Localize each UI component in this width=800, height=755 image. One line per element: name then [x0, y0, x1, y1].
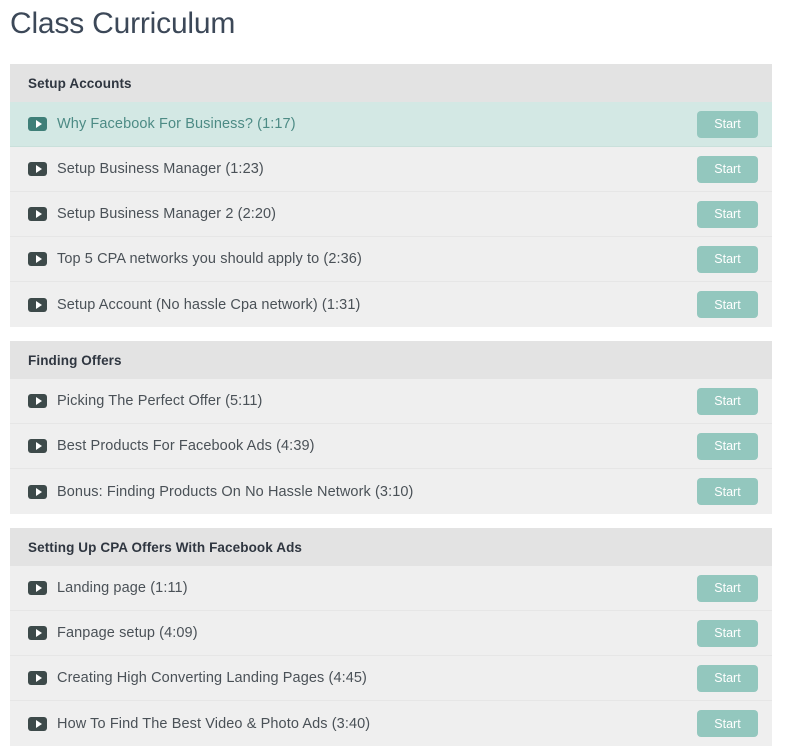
play-video-icon [28, 394, 47, 408]
play-triangle-icon [36, 674, 42, 682]
lesson-info: Setup Business Manager 2 (2:20) [28, 206, 697, 222]
play-triangle-icon [36, 442, 42, 450]
lesson-row[interactable]: Best Products For Facebook Ads (4:39) Sta… [10, 424, 772, 469]
lesson-title: Creating High Converting Landing Pages (… [57, 670, 367, 686]
lesson-title: Fanpage setup (4:09) [57, 625, 198, 641]
play-triangle-icon [36, 120, 42, 128]
start-lesson-button[interactable]: Start [697, 291, 758, 318]
lesson-info: Setup Business Manager (1:23) [28, 161, 697, 177]
play-video-icon [28, 485, 47, 499]
play-triangle-icon [36, 301, 42, 309]
page-title: Class Curriculum [0, 0, 800, 43]
lesson-title: Setup Business Manager 2 (2:20) [57, 206, 276, 222]
play-video-icon [28, 298, 47, 312]
start-lesson-button[interactable]: Start [697, 710, 758, 737]
play-triangle-icon [36, 165, 42, 173]
lesson-title: Bonus: Finding Products On No Hassle Net… [57, 484, 413, 500]
curriculum-section: Setup Accounts Why Facebook For Business?… [10, 64, 772, 327]
curriculum-section: Setting Up CPA Offers With Facebook Ads L… [10, 528, 772, 746]
start-lesson-button[interactable]: Start [697, 111, 758, 138]
curriculum-page: Class Curriculum Setup Accounts Why Faceb… [0, 0, 800, 755]
start-lesson-button[interactable]: Start [697, 575, 758, 602]
play-triangle-icon [36, 210, 42, 218]
start-lesson-button[interactable]: Start [697, 156, 758, 183]
lesson-row[interactable]: How To Find The Best Video & Photo Ads (… [10, 701, 772, 746]
lesson-info: Picking The Perfect Offer (5:11) [28, 393, 697, 409]
lesson-info: Best Products For Facebook Ads (4:39) [28, 438, 697, 454]
play-video-icon [28, 671, 47, 685]
lesson-info: Bonus: Finding Products On No Hassle Net… [28, 484, 697, 500]
curriculum-list: Setup Accounts Why Facebook For Business?… [0, 64, 782, 746]
lesson-info: How To Find The Best Video & Photo Ads (… [28, 716, 697, 732]
lesson-row[interactable]: Picking The Perfect Offer (5:11) Start [10, 379, 772, 424]
lesson-title: Setup Business Manager (1:23) [57, 161, 264, 177]
lesson-info: Why Facebook For Business? (1:17) [28, 116, 697, 132]
lesson-info: Landing page (1:11) [28, 580, 697, 596]
lesson-row[interactable]: Top 5 CPA networks you should apply to (… [10, 237, 772, 282]
play-video-icon [28, 717, 47, 731]
section-header: Setup Accounts [10, 64, 772, 102]
play-video-icon [28, 581, 47, 595]
play-video-icon [28, 252, 47, 266]
lesson-title: How To Find The Best Video & Photo Ads (… [57, 716, 370, 732]
play-triangle-icon [36, 629, 42, 637]
lesson-row[interactable]: Bonus: Finding Products On No Hassle Net… [10, 469, 772, 514]
play-video-icon [28, 162, 47, 176]
lesson-row[interactable]: Setup Business Manager 2 (2:20) Start [10, 192, 772, 237]
lesson-title: Landing page (1:11) [57, 580, 188, 596]
section-header-label: Finding Offers [28, 353, 122, 368]
play-video-icon [28, 117, 47, 131]
section-header-label: Setting Up CPA Offers With Facebook Ads [28, 540, 302, 555]
lesson-title: Why Facebook For Business? (1:17) [57, 116, 296, 132]
start-lesson-button[interactable]: Start [697, 665, 758, 692]
lesson-info: Top 5 CPA networks you should apply to (… [28, 251, 697, 267]
lesson-row[interactable]: Setup Account (No hassle Cpa network) (1… [10, 282, 772, 327]
lesson-info: Setup Account (No hassle Cpa network) (1… [28, 297, 697, 313]
section-header-label: Setup Accounts [28, 76, 132, 91]
play-video-icon [28, 626, 47, 640]
start-lesson-button[interactable]: Start [697, 246, 758, 273]
start-lesson-button[interactable]: Start [697, 433, 758, 460]
play-triangle-icon [36, 720, 42, 728]
play-triangle-icon [36, 255, 42, 263]
lesson-row[interactable]: Why Facebook For Business? (1:17) Start [10, 102, 772, 147]
section-header: Finding Offers [10, 341, 772, 379]
play-triangle-icon [36, 397, 42, 405]
start-lesson-button[interactable]: Start [697, 620, 758, 647]
lesson-title: Best Products For Facebook Ads (4:39) [57, 438, 315, 454]
lesson-row[interactable]: Fanpage setup (4:09) Start [10, 611, 772, 656]
lesson-row[interactable]: Setup Business Manager (1:23) Start [10, 147, 772, 192]
curriculum-section: Finding Offers Picking The Perfect Offer … [10, 341, 772, 514]
lesson-row[interactable]: Creating High Converting Landing Pages (… [10, 656, 772, 701]
lesson-title: Top 5 CPA networks you should apply to (… [57, 251, 362, 267]
lesson-title: Setup Account (No hassle Cpa network) (1… [57, 297, 360, 313]
start-lesson-button[interactable]: Start [697, 388, 758, 415]
start-lesson-button[interactable]: Start [697, 201, 758, 228]
lesson-info: Creating High Converting Landing Pages (… [28, 670, 697, 686]
section-header: Setting Up CPA Offers With Facebook Ads [10, 528, 772, 566]
lesson-title: Picking The Perfect Offer (5:11) [57, 393, 263, 409]
lesson-info: Fanpage setup (4:09) [28, 625, 697, 641]
play-video-icon [28, 207, 47, 221]
play-triangle-icon [36, 488, 42, 496]
play-triangle-icon [36, 584, 42, 592]
lesson-row[interactable]: Landing page (1:11) Start [10, 566, 772, 611]
play-video-icon [28, 439, 47, 453]
start-lesson-button[interactable]: Start [697, 478, 758, 505]
